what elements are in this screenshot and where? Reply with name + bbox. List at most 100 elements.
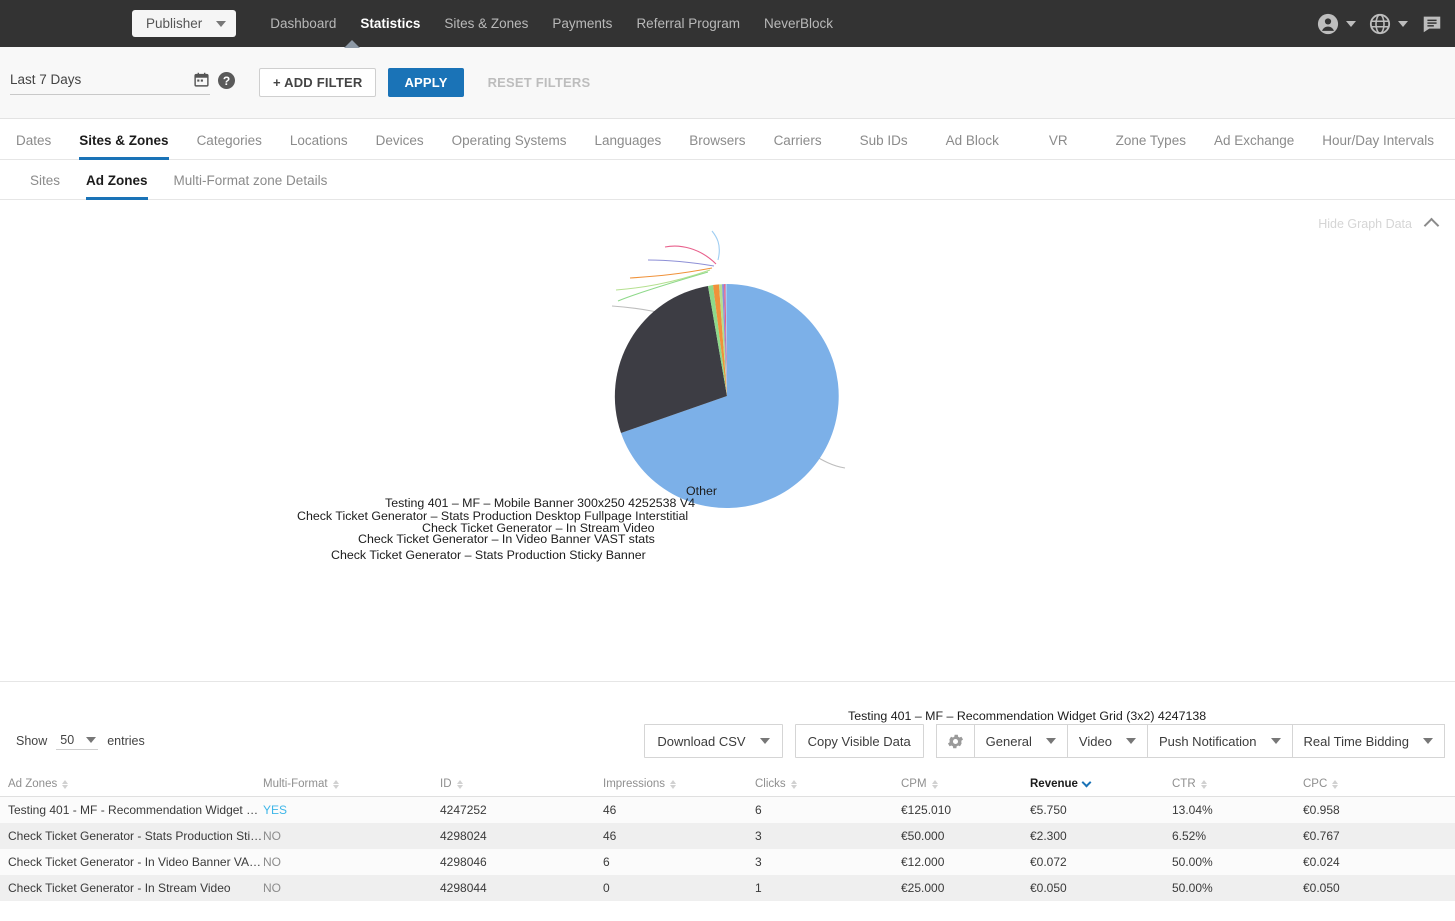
th-multi-format-label: Multi-Format	[263, 778, 328, 790]
cell-clicks: 1	[755, 881, 762, 895]
chevron-down-icon	[86, 736, 97, 743]
th-ad-zones[interactable]: Ad Zones	[0, 772, 263, 797]
nav-item-sites-and-zones[interactable]: Sites & Zones	[432, 16, 540, 31]
entries-label: entries	[107, 734, 145, 748]
subtab-ad-zones[interactable]: Ad Zones	[86, 173, 148, 200]
sort-icon	[456, 779, 463, 789]
chevron-down-icon	[1423, 738, 1433, 744]
sort-icon	[62, 779, 69, 789]
cell-ad-zone: Check Ticket Generator - Stats Productio…	[8, 829, 263, 843]
tab-ad-exchange[interactable]: Ad Exchange	[1214, 133, 1294, 159]
table-row[interactable]: Testing 401 - MF - Recommendation Widget…	[0, 796, 1455, 823]
cell-impressions: 6	[603, 855, 610, 869]
globe-icon[interactable]	[1369, 13, 1391, 35]
add-filter-button[interactable]: + ADD FILTER	[259, 68, 377, 97]
th-ctr[interactable]: CTR	[1172, 772, 1303, 797]
sort-icon	[931, 779, 938, 789]
nav-item-payments[interactable]: Payments	[540, 16, 624, 31]
segment-general[interactable]: General	[974, 725, 1068, 757]
segment-video[interactable]: Video	[1067, 725, 1148, 757]
cell-clicks: 6	[755, 803, 762, 817]
chevron-down-icon	[759, 738, 770, 744]
pie-label-stats-production-sticky-banner: Check Ticket Generator – Stats Productio…	[331, 548, 646, 562]
tab-ad-block[interactable]: Ad Block	[946, 133, 999, 159]
th-id-label: ID	[440, 778, 452, 790]
segment-real-time-bidding[interactable]: Real Time Bidding	[1292, 725, 1444, 757]
apply-button[interactable]: APPLY	[388, 68, 464, 97]
tab-vr[interactable]: VR	[1049, 133, 1068, 159]
cell-clicks: 3	[755, 855, 762, 869]
chevron-down-icon	[1045, 738, 1056, 744]
segment-push-notification[interactable]: Push Notification	[1147, 725, 1293, 757]
copy-visible-data-label: Copy Visible Data	[807, 733, 911, 749]
download-csv-label: Download CSV	[657, 733, 746, 749]
nav-item-dashboard[interactable]: Dashboard	[258, 16, 348, 31]
th-cpc[interactable]: CPC	[1303, 772, 1455, 797]
tab-dates[interactable]: Dates	[16, 133, 51, 159]
subtab-multi-format-zone-details[interactable]: Multi-Format zone Details	[174, 173, 328, 199]
active-nav-indicator-arrow	[344, 40, 360, 48]
th-impressions[interactable]: Impressions	[603, 772, 755, 797]
segment-push-notification-label: Push Notification	[1158, 733, 1257, 749]
tab-languages[interactable]: Languages	[594, 133, 661, 159]
help-icon[interactable]: ?	[218, 72, 235, 89]
statistics-dimension-tabs: Dates Sites & Zones Categories Locations…	[0, 119, 1455, 160]
tab-operating-systems[interactable]: Operating Systems	[452, 133, 567, 159]
sort-icon	[1332, 779, 1339, 789]
table-row[interactable]: Check Ticket Generator - In Video Banner…	[0, 849, 1455, 875]
date-range-input[interactable]: Last 7 Days	[10, 71, 210, 95]
table-panel: Hide Table Data Show 50 entries Download…	[0, 710, 1455, 901]
nav-item-statistics[interactable]: Statistics	[348, 16, 432, 31]
cell-id: 4298044	[440, 881, 487, 895]
cell-ctr: 50.00%	[1172, 881, 1213, 895]
message-icon[interactable]	[1421, 13, 1443, 35]
subtab-sites[interactable]: Sites	[30, 173, 60, 199]
th-clicks[interactable]: Clicks	[755, 772, 901, 797]
segment-general-label: General	[985, 733, 1032, 749]
nav-item-referral-program[interactable]: Referral Program	[624, 16, 752, 31]
segment-video-label: Video	[1078, 733, 1112, 749]
th-id[interactable]: ID	[440, 772, 603, 797]
copy-visible-data-button[interactable]: Copy Visible Data	[794, 724, 924, 758]
sort-icon	[790, 779, 797, 789]
tab-categories[interactable]: Categories	[197, 133, 262, 159]
table-row[interactable]: Check Ticket Generator - In Stream Video…	[0, 875, 1455, 901]
table-toolbar: Show 50 entries Download CSV Copy Visibl…	[0, 710, 1455, 772]
th-multi-format[interactable]: Multi-Format	[263, 772, 440, 797]
account-circle-icon[interactable]	[1317, 13, 1339, 35]
tab-hour-day-intervals[interactable]: Hour/Day Intervals	[1322, 133, 1434, 159]
th-revenue[interactable]: Revenue	[1030, 772, 1172, 797]
table-row[interactable]: Check Ticket Generator - Stats Productio…	[0, 823, 1455, 849]
cell-cpm: €12.000	[901, 855, 945, 869]
cell-multi-format: NO	[263, 881, 281, 895]
revenue-pie-chart: Other Testing 401 – MF – Mobile Banner 3…	[0, 200, 1455, 723]
tab-devices[interactable]: Devices	[376, 133, 424, 159]
cell-cpm: €125.010	[901, 803, 952, 817]
page-size-select[interactable]: 50	[56, 733, 99, 750]
calendar-icon[interactable]	[193, 71, 210, 88]
cell-ctr: 6.52%	[1172, 829, 1207, 843]
cell-id: 4247252	[440, 803, 487, 817]
cell-ctr: 50.00%	[1172, 855, 1213, 869]
cell-revenue: €5.750	[1030, 803, 1067, 817]
tab-carriers[interactable]: Carriers	[774, 133, 822, 159]
tab-sub-ids[interactable]: Sub IDs	[860, 133, 908, 159]
language-menu-chevron-down-icon[interactable]	[1398, 20, 1408, 27]
account-type-selector[interactable]: Publisher	[132, 10, 237, 37]
tab-locations[interactable]: Locations	[290, 133, 348, 159]
cell-revenue: €0.072	[1030, 855, 1067, 869]
account-menu-chevron-down-icon[interactable]	[1346, 20, 1356, 27]
pie-chart-svg	[611, 230, 846, 508]
download-csv-button[interactable]: Download CSV	[644, 724, 783, 758]
column-settings-gear-button[interactable]	[936, 725, 975, 757]
tab-zone-types[interactable]: Zone Types	[1116, 133, 1186, 159]
th-cpm[interactable]: CPM	[901, 772, 1030, 797]
tab-browsers[interactable]: Browsers	[689, 133, 745, 159]
cell-revenue: €2.300	[1030, 829, 1067, 843]
column-group-selectors: General Video Push Notification Real Tim…	[935, 724, 1445, 758]
tab-sites-and-zones[interactable]: Sites & Zones	[79, 133, 169, 160]
reset-filters-button[interactable]: RESET FILTERS	[474, 68, 605, 97]
sort-icon	[670, 779, 676, 789]
th-revenue-label: Revenue	[1030, 778, 1078, 790]
nav-item-neverblock[interactable]: NeverBlock	[752, 16, 845, 31]
